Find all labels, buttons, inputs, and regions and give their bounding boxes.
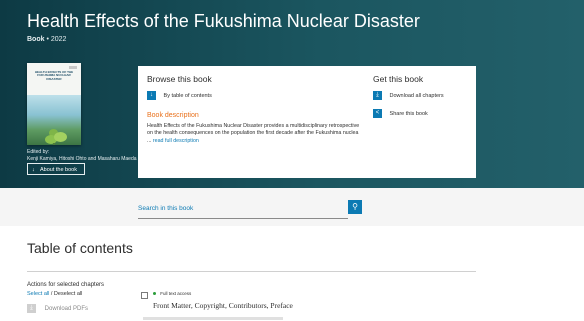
browse-heading: Browse this book xyxy=(147,74,212,84)
full-access-dot-icon xyxy=(153,292,156,296)
select-links: Select all / Deselect all xyxy=(27,291,82,297)
description-heading: Book description xyxy=(147,112,199,119)
browse-by-toc-label: By table of contents xyxy=(163,92,212,99)
book-meta: Book • 2022 xyxy=(27,36,66,43)
book-type: Book xyxy=(27,36,45,43)
share-icon: < xyxy=(373,109,382,118)
access-label: Full text access xyxy=(160,291,192,296)
book-title: Health Effects of the Fukushima Nuclear … xyxy=(27,11,420,31)
download-pdfs-label: Download PDFs xyxy=(44,306,89,313)
download-icon: ⤓ xyxy=(373,91,382,100)
meta-separator: • xyxy=(46,36,49,43)
chapter-checkbox[interactable] xyxy=(141,292,148,299)
toc-divider xyxy=(27,271,476,272)
search-button[interactable]: ⚲ xyxy=(348,200,362,214)
edited-by-label: Edited by: xyxy=(27,149,50,155)
toc-heading: Table of contents xyxy=(27,240,133,256)
read-full-description-link[interactable]: read full description xyxy=(153,138,199,144)
description-text: Health Effects of the Fukushima Nuclear … xyxy=(147,123,362,145)
search-in-book-input[interactable]: Search in this book xyxy=(138,205,348,219)
share-book-label: Share this book xyxy=(389,110,428,117)
deselect-all-link[interactable]: Deselect all xyxy=(54,291,82,297)
get-book-heading: Get this book xyxy=(373,74,424,84)
download-all-chapters-link[interactable]: ⤓ Download all chapters xyxy=(373,91,444,100)
book-cover-image: HEALTH EFFECTS OF THE FUKUSHIMA NUCLEAR … xyxy=(27,63,81,145)
book-hero-banner: Health Effects of the Fukushima Nuclear … xyxy=(0,0,584,188)
arrow-down-icon: ↓ xyxy=(147,91,156,100)
search-icon: ⚲ xyxy=(352,202,358,211)
browse-by-toc-link[interactable]: ↓ By table of contents xyxy=(147,91,212,100)
share-book-link[interactable]: < Share this book xyxy=(373,109,428,118)
arrow-down-icon: ↓ xyxy=(32,167,35,173)
download-all-chapters-label: Download all chapters xyxy=(389,92,444,99)
about-the-book-button[interactable]: ↓ About the book xyxy=(27,163,85,175)
cover-artwork xyxy=(27,95,81,145)
chapter-title-link[interactable]: Front Matter, Copyright, Contributors, P… xyxy=(153,301,293,310)
book-info-card: Browse this book ↓ By table of contents … xyxy=(138,66,476,178)
select-all-link[interactable]: Select all xyxy=(27,291,49,297)
editor-names[interactable]: Kenji Kamiya, Hitoshi Ohto and Masaharu … xyxy=(27,156,137,162)
about-the-book-label: About the book xyxy=(39,167,77,173)
actions-heading: Actions for selected chapters xyxy=(27,282,105,288)
select-divider: / xyxy=(50,291,53,297)
download-icon: ⤓ xyxy=(27,304,36,313)
cover-title: HEALTH EFFECTS OF THE FUKUSHIMA NUCLEAR … xyxy=(34,70,74,81)
download-pdfs-button[interactable]: ⤓ Download PDFs xyxy=(27,304,88,313)
next-chapter-row-partial xyxy=(143,317,283,320)
book-year: 2022 xyxy=(50,36,67,43)
publisher-logo xyxy=(69,66,77,69)
access-badge: Full text access xyxy=(153,291,191,296)
